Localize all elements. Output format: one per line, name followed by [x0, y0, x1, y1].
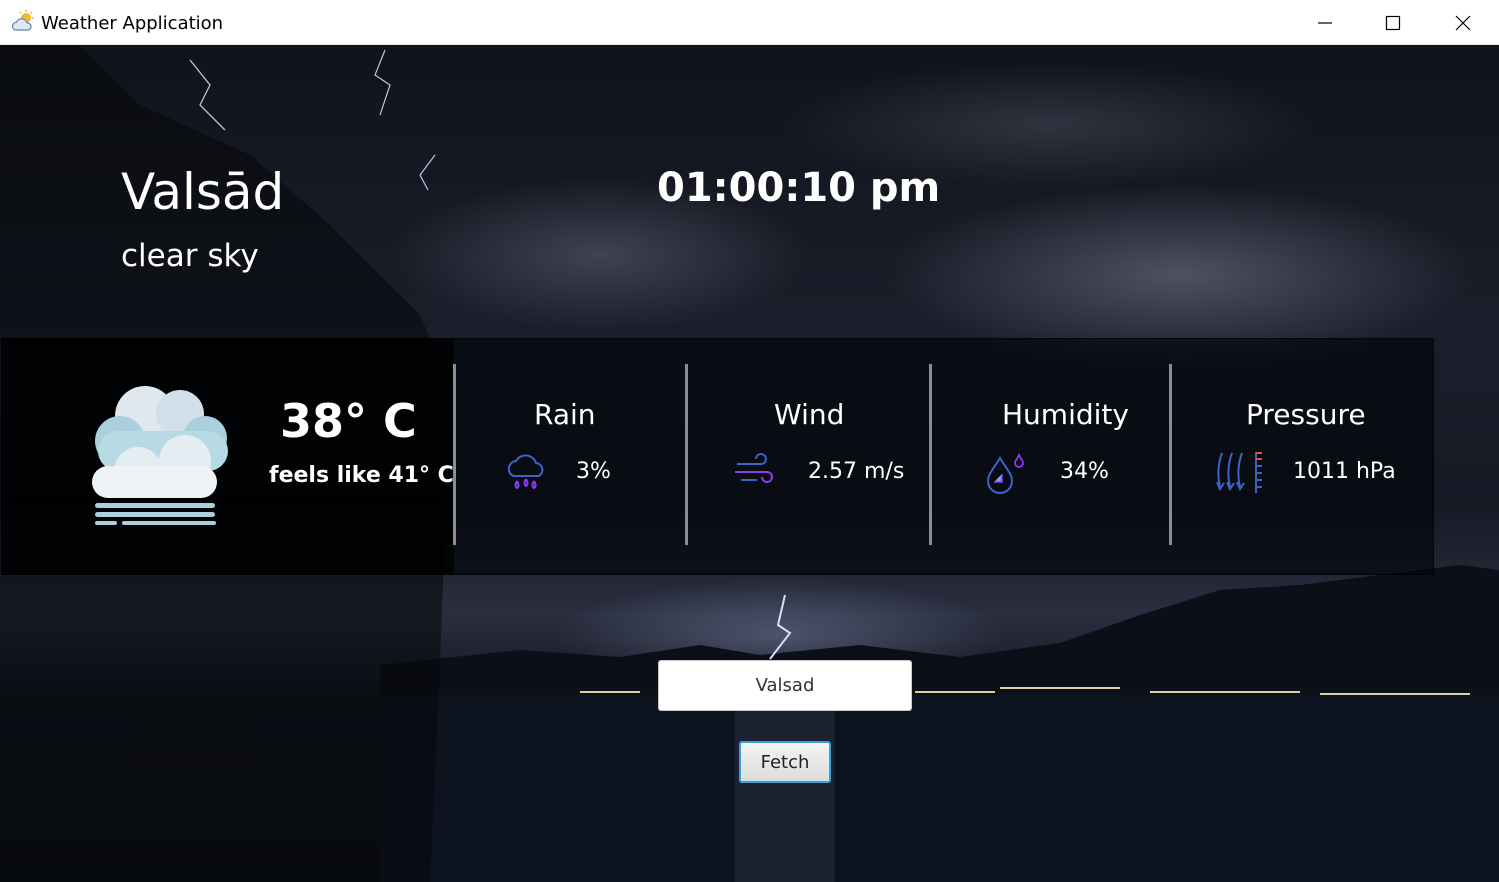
maximize-button[interactable] — [1358, 0, 1428, 45]
wind-value: 2.57 m/s — [808, 459, 905, 484]
panel-divider — [1169, 364, 1172, 545]
city-search-input[interactable] — [658, 660, 912, 711]
panel-divider — [929, 364, 932, 545]
minimize-button[interactable] — [1290, 0, 1360, 45]
pressure-label: Pressure — [1246, 398, 1366, 431]
weather-app-icon — [11, 10, 34, 31]
humidity-value: 34% — [1060, 459, 1109, 484]
panel-divider — [685, 364, 688, 545]
weather-description: clear sky — [121, 238, 259, 274]
wind-label: Wind — [774, 398, 845, 431]
panel-divider — [453, 364, 456, 545]
pressure-value: 1011 hPa — [1293, 459, 1396, 484]
close-button[interactable] — [1428, 0, 1498, 45]
rain-cloud-icon — [507, 454, 544, 490]
humidity-drop-icon — [986, 452, 1024, 494]
rain-label: Rain — [534, 398, 596, 431]
temperature-value: 38° C — [280, 394, 417, 448]
pressure-gauge-icon — [1216, 452, 1262, 493]
title-bar: Weather Application — [0, 0, 1499, 45]
feels-like-value: feels like 41° C — [269, 463, 454, 488]
current-time: 01:00:10 pm — [657, 165, 941, 211]
humidity-label: Humidity — [1002, 398, 1129, 431]
maximize-icon — [1385, 15, 1401, 30]
fetch-button[interactable]: Fetch — [739, 741, 831, 783]
minimize-icon — [1318, 21, 1332, 24]
city-name: Valsād — [121, 163, 285, 221]
rain-value: 3% — [576, 459, 611, 484]
close-icon — [1455, 15, 1471, 30]
cloudy-fog-icon — [92, 386, 228, 525]
wind-icon — [735, 453, 773, 483]
window-title: Weather Application — [41, 13, 224, 34]
